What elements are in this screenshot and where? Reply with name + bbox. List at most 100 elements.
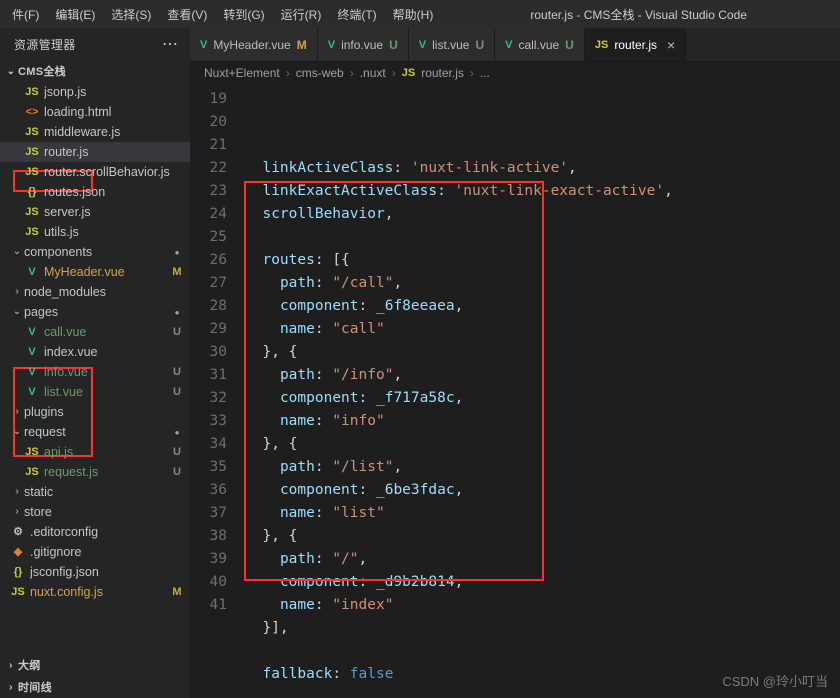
tree-row[interactable]: <>loading.html (0, 102, 190, 122)
tree-row[interactable]: Vcall.vueU (0, 322, 190, 342)
tree-item-label: request.js (44, 462, 170, 482)
code-line: component: _f717a58c, (245, 387, 840, 410)
code-line: linkExactActiveClass: 'nuxt-link-exact-a… (245, 180, 840, 203)
chevron-icon: › (10, 402, 24, 422)
git-status-badge: M (170, 582, 184, 602)
editor-tab[interactable]: Vcall.vue U (495, 28, 585, 61)
tree-row[interactable]: JSmiddleware.js (0, 122, 190, 142)
tree-row[interactable]: {}jsconfig.json (0, 562, 190, 582)
explorer-more-icon[interactable]: ⋯ (162, 34, 180, 54)
editor-tab[interactable]: JSrouter.js× (585, 28, 686, 61)
menu-view[interactable]: 查看(V) (159, 6, 215, 23)
editor-tab[interactable]: Vinfo.vueU (318, 28, 409, 61)
tree-item-label: router.js (44, 142, 184, 162)
js-icon: JS (10, 582, 26, 602)
code-line: }, { (245, 433, 840, 456)
tree-row[interactable]: {}routes.json (0, 182, 190, 202)
tree-row[interactable]: JSrequest.jsU (0, 462, 190, 482)
git-status-badge: U (170, 382, 184, 402)
tree-row[interactable]: Vlist.vueU (0, 382, 190, 402)
tree-row[interactable]: Vindex.vue (0, 342, 190, 362)
breadcrumb-part[interactable]: .nuxt (360, 66, 386, 80)
git-status-badge: U (565, 38, 574, 52)
tree-row[interactable]: ›static (0, 482, 190, 502)
close-icon[interactable]: × (667, 37, 675, 53)
code-editor[interactable]: linkActiveClass: 'nuxt-link-active', lin… (245, 84, 840, 698)
tree-row[interactable]: ⌄pages (0, 302, 190, 322)
js-icon: JS (402, 67, 415, 79)
vue-icon: V (328, 39, 335, 51)
menu-goto[interactable]: 转到(G) (215, 6, 272, 23)
vue-icon: V (24, 382, 40, 402)
code-line: }, { (245, 341, 840, 364)
tree-item-label: jsconfig.json (30, 562, 184, 582)
tree-item-label: middleware.js (44, 122, 184, 142)
file-tree: JSjsonp.js<>loading.htmlJSmiddleware.jsJ… (0, 82, 190, 654)
breadcrumb[interactable]: Nuxt+Element›cms-web›.nuxt›JSrouter.js›.… (190, 62, 840, 84)
json-icon: {} (24, 182, 40, 202)
editor-tabs: VMyHeader.vueMVinfo.vueUVlist.vueUVcall.… (190, 28, 840, 62)
tree-row[interactable]: ›plugins (0, 402, 190, 422)
js-icon: JS (24, 142, 40, 162)
tree-row[interactable]: JSrouter.scrollBehavior.js (0, 162, 190, 182)
code-line: }, { (245, 525, 840, 548)
tree-row[interactable]: ›store (0, 502, 190, 522)
menu-run[interactable]: 运行(R) (273, 6, 330, 23)
chevron-right-icon: › (392, 66, 396, 80)
editor-tab[interactable]: Vlist.vueU (409, 28, 495, 61)
code-line: component: _d9b2b814, (245, 571, 840, 594)
js-icon: JS (24, 162, 40, 182)
code-line: }], (245, 617, 840, 640)
menu-file[interactable]: 件(F) (4, 6, 47, 23)
js-icon: JS (24, 442, 40, 462)
tree-item-label: components (24, 242, 170, 262)
breadcrumb-part[interactable]: Nuxt+Element (204, 66, 280, 80)
tree-row[interactable]: ◆.gitignore (0, 542, 190, 562)
tree-item-label: static (24, 482, 184, 502)
tree-row[interactable]: JSjsonp.js (0, 82, 190, 102)
chevron-icon: ⌄ (10, 242, 24, 262)
vue-icon: V (419, 39, 426, 51)
tree-row[interactable]: JSrouter.js (0, 142, 190, 162)
breadcrumb-tail[interactable]: ... (480, 66, 490, 80)
code-line: component: _6be3fdac, (245, 479, 840, 502)
menu-edit[interactable]: 编辑(E) (47, 6, 103, 23)
tree-row[interactable]: JSapi.jsU (0, 442, 190, 462)
explorer-sidebar: 资源管理器 ⋯ ⌄ CMS全栈 JSjsonp.js<>loading.html… (0, 28, 190, 698)
project-header[interactable]: ⌄ CMS全栈 (0, 60, 190, 82)
json-icon: {} (10, 562, 26, 582)
vue-icon: V (24, 342, 40, 362)
menu-select[interactable]: 选择(S) (103, 6, 159, 23)
timeline-section[interactable]: › 时间线 (0, 676, 190, 698)
tree-row[interactable]: JSserver.js (0, 202, 190, 222)
tab-label: call.vue (518, 38, 559, 52)
tree-item-label: plugins (24, 402, 184, 422)
vue-icon: V (505, 39, 512, 51)
chevron-icon: › (10, 482, 24, 502)
breadcrumb-part[interactable]: cms-web (296, 66, 344, 80)
timeline-label: 时间线 (18, 679, 52, 695)
tree-row[interactable]: VMyHeader.vueM (0, 262, 190, 282)
tree-row[interactable]: JSutils.js (0, 222, 190, 242)
tree-row[interactable]: ⌄components (0, 242, 190, 262)
editor-tab[interactable]: VMyHeader.vueM (190, 28, 318, 61)
tree-row[interactable]: ›node_modules (0, 282, 190, 302)
code-line: name: "call" (245, 318, 840, 341)
menu-help[interactable]: 帮助(H) (385, 6, 442, 23)
breadcrumb-file[interactable]: router.js (421, 66, 464, 80)
vue-icon: V (24, 322, 40, 342)
git-status-badge: U (170, 442, 184, 462)
outline-section[interactable]: › 大纲 (0, 654, 190, 676)
code-line: path: "/list", (245, 456, 840, 479)
menu-terminal[interactable]: 终端(T) (329, 6, 384, 23)
tree-row[interactable]: JSnuxt.config.jsM (0, 582, 190, 602)
tree-row[interactable]: ⚙.editorconfig (0, 522, 190, 542)
tree-row[interactable]: ⌄request (0, 422, 190, 442)
explorer-title: 资源管理器 (14, 36, 76, 53)
tree-item-label: server.js (44, 202, 184, 222)
tree-row[interactable]: Vinfo.vueU (0, 362, 190, 382)
chevron-right-icon: › (286, 66, 290, 80)
code-line: name: "index" (245, 594, 840, 617)
chevron-right-icon: › (470, 66, 474, 80)
git-status-badge: M (297, 38, 307, 52)
